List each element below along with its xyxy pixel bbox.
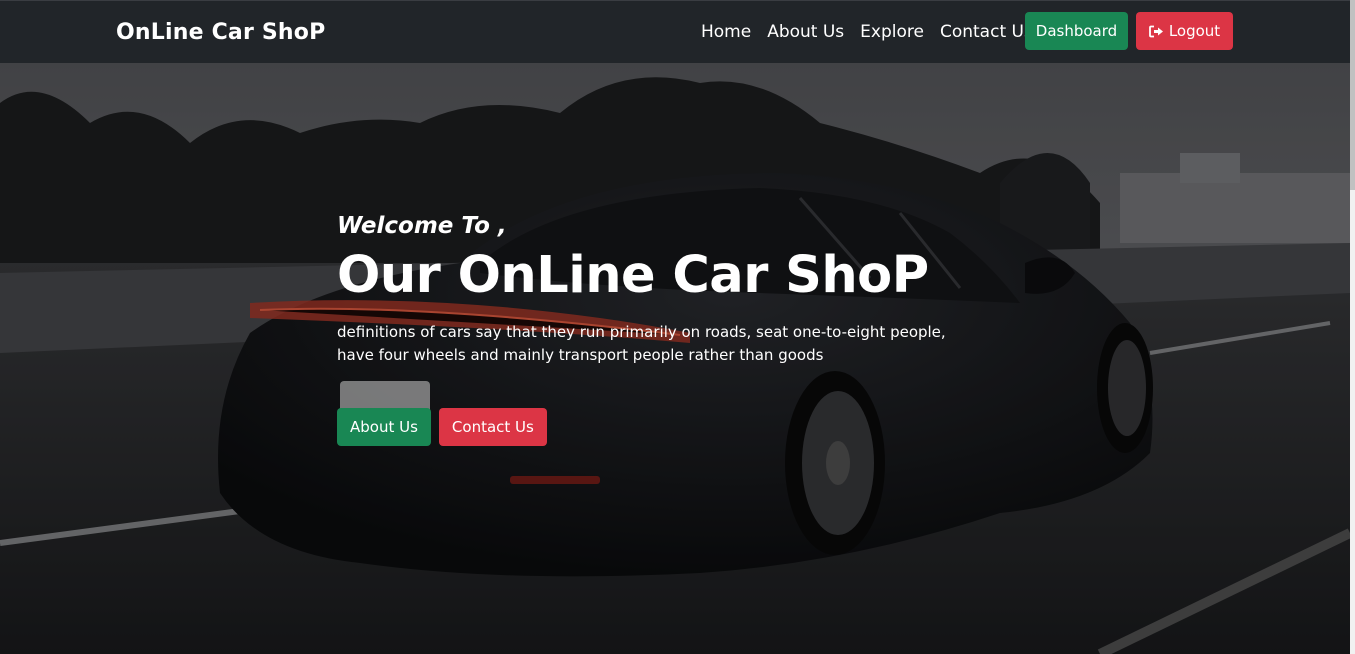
hero-description: definitions of cars say that they run pr…: [337, 322, 946, 364]
nav-link-contact-us[interactable]: Contact Us: [940, 22, 1033, 42]
nav-links: Home About Us Explore Contact Us: [701, 22, 1049, 42]
hero-buttons: About Us Contact Us: [337, 408, 547, 446]
about-us-button[interactable]: About Us: [337, 408, 431, 446]
page-scrollbar[interactable]: [1350, 0, 1355, 654]
hero-title: Our OnLine Car ShoP: [337, 246, 929, 305]
scrollbar-thumb[interactable]: [1350, 0, 1355, 190]
navbar: OnLine Car ShoP Home About Us Explore Co…: [0, 0, 1350, 63]
dashboard-button[interactable]: Dashboard: [1025, 12, 1128, 50]
nav-link-explore[interactable]: Explore: [860, 22, 924, 42]
hero-content: Welcome To , Our OnLine Car ShoP definit…: [337, 213, 997, 367]
sign-out-icon: [1148, 25, 1164, 38]
contact-us-button[interactable]: Contact Us: [438, 408, 547, 446]
logout-label: Logout: [1168, 22, 1221, 40]
hero-section: Welcome To , Our OnLine Car ShoP definit…: [0, 63, 1350, 654]
nav-link-home[interactable]: Home: [701, 22, 751, 42]
nav-link-about-us[interactable]: About Us: [767, 22, 844, 42]
brand-logo[interactable]: OnLine Car ShoP: [116, 20, 325, 45]
hero-welcome: Welcome To ,: [337, 213, 507, 239]
logout-button[interactable]: Logout: [1136, 12, 1233, 50]
